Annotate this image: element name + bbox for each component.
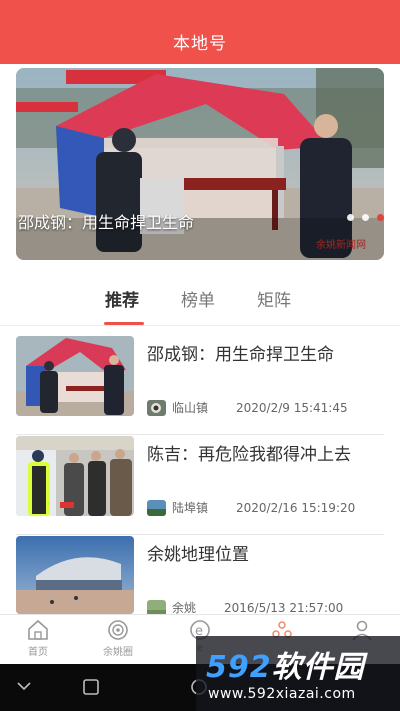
list-item[interactable]: 邵成钢：用生命捍卫生命 临山镇 2020/2/9 15:41:45 xyxy=(16,336,384,435)
article-time: 2020/2/16 15:19:20 xyxy=(236,500,356,515)
list-item[interactable]: 陈吉：再危险我都得冲上去 陆埠镇 2020/2/16 15:19:20 xyxy=(16,436,384,535)
chevron-down-icon[interactable] xyxy=(16,680,32,692)
source-avatar xyxy=(147,399,166,416)
article-title: 邵成钢：用生命捍卫生命 xyxy=(147,345,334,365)
source-avatar xyxy=(147,499,166,516)
banner-dot-active[interactable] xyxy=(377,214,384,221)
nav-label-home: 首页 xyxy=(28,647,48,658)
banner-dot[interactable] xyxy=(362,214,369,221)
tab-matrix[interactable]: 矩阵 xyxy=(257,286,291,311)
list-item[interactable]: 余姚地理位置 余姚 2016/5/13 21:57:00 xyxy=(16,536,384,626)
article-title: 余姚地理位置 xyxy=(147,545,249,565)
article-time: 2020/2/9 15:41:45 xyxy=(236,400,348,415)
nav-home[interactable]: 首页 xyxy=(8,619,68,658)
app-root: 本地号 余姚新闻网 邵成钢：用生命捍卫生命 推荐 榜单 矩阵 邵成钢：用生命捍卫… xyxy=(0,0,400,711)
circle-icon xyxy=(108,620,128,640)
article-thumbnail xyxy=(16,536,134,614)
article-source: 临山镇 xyxy=(172,401,209,415)
nav-yuyao-circle[interactable]: 余姚圈 xyxy=(88,619,148,658)
article-source: 陆埠镇 xyxy=(172,501,209,515)
banner-pagination xyxy=(347,214,384,221)
page-title: 本地号 xyxy=(173,34,227,54)
divider xyxy=(16,534,384,535)
banner-dot[interactable] xyxy=(347,214,354,221)
article-time: 2016/5/13 21:57:00 xyxy=(224,600,344,615)
recent-apps-icon[interactable] xyxy=(82,678,100,696)
article-title: 陈吉：再危险我都得冲上去 xyxy=(147,445,351,465)
banner-caption[interactable]: 邵成钢：用生命捍卫生命 xyxy=(18,209,194,233)
tab-recommend[interactable]: 推荐 xyxy=(105,286,139,311)
tab-active-indicator xyxy=(104,322,144,325)
content-tabs: 推荐 榜单 矩阵 xyxy=(0,278,400,326)
watermark: 592软件园 www.592xiazai.com xyxy=(196,636,400,711)
article-meta: 陆埠镇 2020/2/16 15:19:20 xyxy=(147,499,355,516)
watermark-url: www.592xiazai.com xyxy=(208,686,356,702)
article-thumbnail xyxy=(16,336,134,416)
nav-label-circle: 余姚圈 xyxy=(103,647,133,658)
article-thumbnail xyxy=(16,436,134,516)
article-meta: 临山镇 2020/2/9 15:41:45 xyxy=(147,399,348,416)
tab-ranking[interactable]: 榜单 xyxy=(181,286,215,311)
home-icon xyxy=(28,619,48,640)
app-header: 本地号 xyxy=(0,0,400,64)
watermark-logo: 592软件园 xyxy=(206,650,365,685)
divider xyxy=(16,434,384,435)
